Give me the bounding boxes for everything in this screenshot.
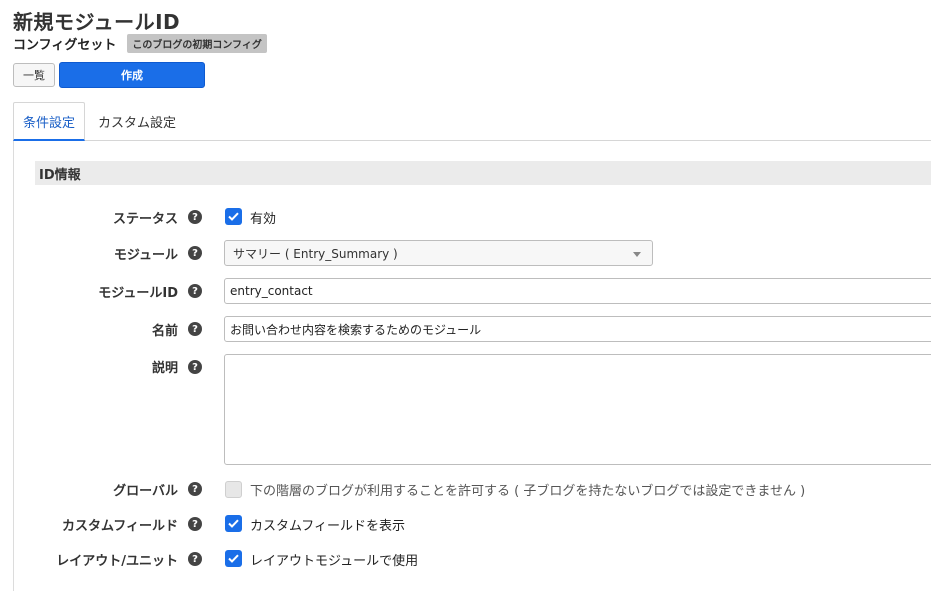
- tab-conditions[interactable]: 条件設定: [13, 102, 85, 141]
- tab-custom-settings[interactable]: カスタム設定: [87, 102, 187, 141]
- module-id-value: entry_contact: [230, 284, 313, 298]
- question-circle-icon[interactable]: ?: [188, 210, 202, 224]
- status-label: ステータス: [112, 212, 178, 227]
- global-label: グローバル: [113, 484, 178, 499]
- layout-unit-checkbox-label: レイアウトモジュールで使用: [250, 554, 419, 569]
- module-select-value: サマリー ( Entry_Summary ): [233, 246, 398, 261]
- status-checkbox-label: 有効: [250, 212, 277, 227]
- question-circle-icon[interactable]: ?: [188, 360, 202, 374]
- question-circle-icon[interactable]: ?: [188, 322, 202, 336]
- config-set-badge: このブログの初期コンフィグ: [127, 33, 267, 53]
- list-button[interactable]: 一覧: [13, 63, 55, 87]
- custom-field-checkbox-label: カスタムフィールドを表示: [250, 519, 405, 534]
- module-select[interactable]: サマリー ( Entry_Summary ): [224, 240, 653, 266]
- page-title: 新規モジュールID: [13, 10, 181, 34]
- tab-bar: 条件設定 カスタム設定: [13, 102, 931, 141]
- description-textarea[interactable]: [224, 354, 931, 465]
- description-label: 説明: [151, 361, 178, 376]
- custom-field-label: カスタムフィールド: [62, 519, 178, 534]
- layout-unit-label: レイアウト/ユニット: [56, 554, 178, 569]
- name-value: お問い合わせ内容を検索するためのモジュール: [230, 322, 482, 337]
- name-input[interactable]: お問い合わせ内容を検索するためのモジュール: [224, 316, 931, 342]
- config-set-label: コンフィグセット: [13, 37, 117, 53]
- global-checkbox[interactable]: [225, 481, 242, 498]
- module-id-label: モジュールID: [98, 286, 178, 301]
- question-circle-icon[interactable]: ?: [188, 482, 202, 496]
- custom-field-checkbox[interactable]: [225, 515, 242, 532]
- module-label: モジュール: [113, 248, 178, 263]
- checkmark-icon: [228, 212, 239, 221]
- name-label: 名前: [151, 324, 178, 339]
- module-id-input[interactable]: entry_contact: [224, 278, 931, 304]
- question-circle-icon[interactable]: ?: [188, 517, 202, 531]
- question-circle-icon[interactable]: ?: [188, 284, 202, 298]
- caret-down-icon: [633, 252, 641, 257]
- config-set-row: コンフィグセット このブログの初期コンフィグ: [13, 33, 267, 53]
- section-title: ID情報: [35, 161, 931, 185]
- question-circle-icon[interactable]: ?: [188, 552, 202, 566]
- checkmark-icon: [228, 554, 239, 563]
- create-button[interactable]: 作成: [59, 62, 205, 88]
- checkmark-icon: [228, 519, 239, 528]
- question-circle-icon[interactable]: ?: [188, 246, 202, 260]
- layout-unit-checkbox[interactable]: [225, 550, 242, 567]
- status-checkbox[interactable]: [225, 208, 242, 225]
- global-checkbox-label: 下の階層のブログが利用することを許可する ( 子ブログを持たないブログでは設定で…: [250, 484, 806, 499]
